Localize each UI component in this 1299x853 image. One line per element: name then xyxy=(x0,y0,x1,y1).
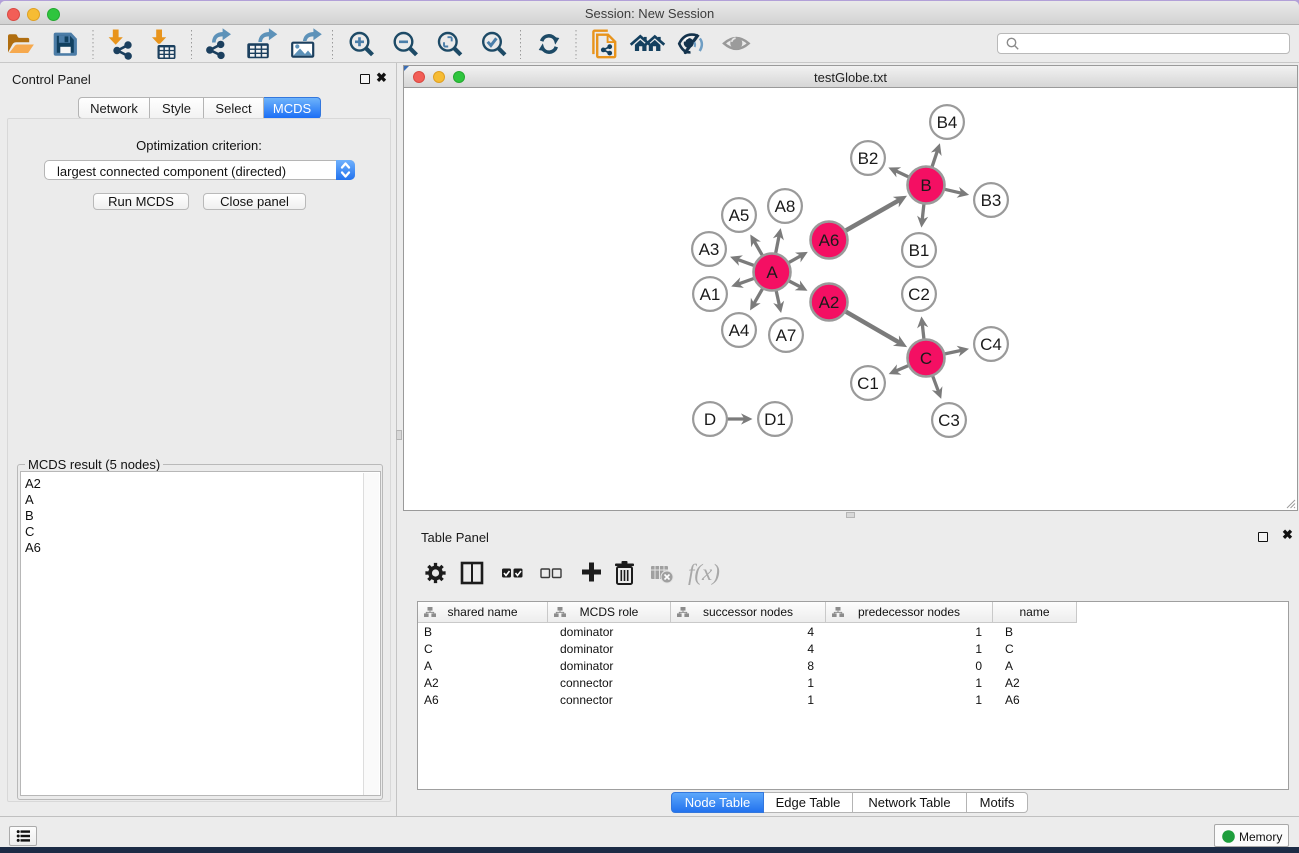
svg-text:A6: A6 xyxy=(819,231,840,250)
svg-text:C3: C3 xyxy=(938,411,960,430)
svg-text:A5: A5 xyxy=(729,206,750,225)
svg-text:D1: D1 xyxy=(764,410,786,429)
svg-text:B1: B1 xyxy=(909,241,930,260)
svg-text:D: D xyxy=(704,410,716,429)
svg-text:A: A xyxy=(766,263,778,282)
svg-text:B2: B2 xyxy=(858,149,879,168)
svg-text:C: C xyxy=(920,349,932,368)
svg-text:C2: C2 xyxy=(908,285,930,304)
svg-text:A1: A1 xyxy=(700,285,721,304)
svg-text:C1: C1 xyxy=(857,374,879,393)
svg-text:A7: A7 xyxy=(776,326,797,345)
svg-text:B: B xyxy=(920,176,931,195)
svg-text:A3: A3 xyxy=(699,240,720,259)
svg-text:A8: A8 xyxy=(775,197,796,216)
svg-text:C4: C4 xyxy=(980,335,1002,354)
svg-text:f(x): f(x) xyxy=(688,560,720,585)
svg-text:B4: B4 xyxy=(937,113,958,132)
svg-text:A2: A2 xyxy=(819,293,840,312)
svg-text:A4: A4 xyxy=(729,321,750,340)
svg-text:B3: B3 xyxy=(981,191,1002,210)
